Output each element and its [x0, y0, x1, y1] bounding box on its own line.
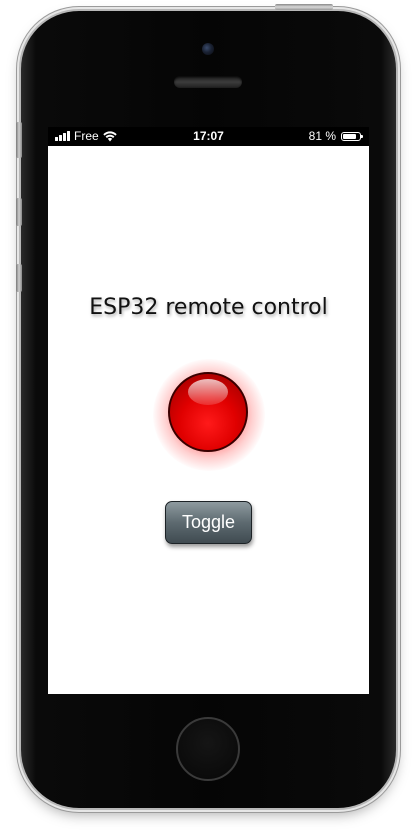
home-button[interactable] [176, 717, 240, 781]
battery-percentage: 81 % [308, 129, 336, 143]
earpiece-speaker [174, 76, 242, 88]
status-bar-right: 81 % [308, 129, 363, 143]
battery-icon [341, 131, 363, 141]
page-title: ESP32 remote control [89, 295, 328, 320]
led-highlight [188, 379, 228, 405]
volume-down-button [16, 264, 22, 292]
mute-switch [16, 122, 22, 158]
status-bar: Free 17:07 81 % [48, 127, 369, 146]
screen: Free 17:07 81 % ESP32 remote control Tog… [48, 127, 369, 694]
front-camera [202, 43, 214, 55]
volume-up-button [16, 198, 22, 226]
led-indicator [168, 372, 248, 452]
battery-cap [361, 134, 363, 138]
power-button [275, 4, 333, 10]
battery-fill [343, 133, 356, 139]
toggle-button[interactable]: Toggle [165, 501, 252, 544]
